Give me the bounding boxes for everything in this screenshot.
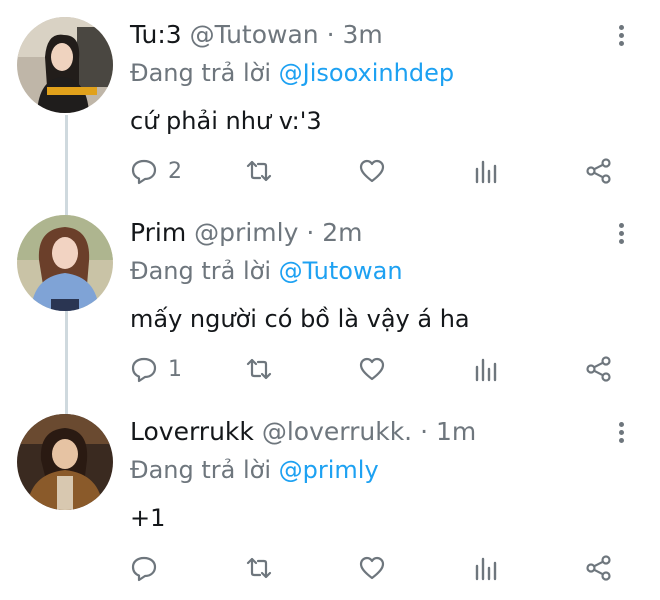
- reply-icon: [131, 357, 157, 383]
- reply-icon: [131, 556, 157, 582]
- timestamp[interactable]: 1m: [436, 417, 476, 446]
- retweet-button[interactable]: [245, 153, 283, 189]
- retweet-button[interactable]: [245, 351, 283, 387]
- avatar[interactable]: [17, 414, 113, 510]
- separator-dot: ·: [306, 218, 315, 247]
- reply-button[interactable]: 1: [130, 351, 182, 387]
- reply-tweet[interactable]: Loverrukk @loverrukk. · 1m Đang trả lời …: [0, 397, 660, 597]
- replying-to: Đang trả lời @Tutowan: [130, 254, 403, 288]
- user-handle[interactable]: @loverrukk.: [262, 417, 412, 446]
- replying-to-handle[interactable]: @Jisooxinhdep: [279, 59, 454, 87]
- analytics-button[interactable]: [472, 153, 500, 189]
- avatar[interactable]: [17, 215, 113, 311]
- heart-icon: [359, 159, 385, 183]
- timestamp[interactable]: 2m: [322, 218, 362, 247]
- share-icon: [586, 555, 611, 581]
- timestamp[interactable]: 3m: [343, 20, 383, 49]
- more-options-icon[interactable]: [611, 220, 631, 250]
- retweet-icon: [246, 160, 272, 182]
- like-button[interactable]: [358, 550, 396, 586]
- replying-to-handle[interactable]: @primly: [279, 456, 379, 484]
- reply-button[interactable]: 2: [130, 153, 182, 189]
- retweet-button[interactable]: [245, 550, 283, 586]
- user-handle[interactable]: @primly: [194, 218, 298, 247]
- reply-count: 2: [168, 158, 182, 184]
- share-icon: [586, 158, 611, 184]
- separator-dot: ·: [420, 417, 429, 446]
- tweet-actions: 1: [130, 351, 630, 387]
- retweet-icon: [246, 557, 272, 579]
- tweet-header: Prim @primly · 2m: [130, 216, 362, 250]
- like-button[interactable]: [358, 351, 396, 387]
- more-options-icon[interactable]: [611, 22, 631, 52]
- analytics-icon: [475, 358, 497, 382]
- replying-to-label: Đang trả lời: [130, 59, 272, 87]
- reply-count: 1: [168, 356, 182, 382]
- tweet-text: cứ phải như v:'3: [130, 107, 322, 135]
- display-name[interactable]: Tu:3: [130, 20, 182, 49]
- replying-to: Đang trả lời @Jisooxinhdep: [130, 56, 454, 90]
- reply-icon: [131, 159, 157, 185]
- replying-to-label: Đang trả lời: [130, 456, 272, 484]
- replying-to-label: Đang trả lời: [130, 257, 272, 285]
- analytics-button[interactable]: [472, 550, 500, 586]
- reply-tweet[interactable]: Tu:3 @Tutowan · 3m Đang trả lời @Jisooxi…: [0, 0, 660, 200]
- reply-button[interactable]: [130, 550, 168, 586]
- separator-dot: ·: [326, 20, 335, 49]
- analytics-icon: [475, 557, 497, 581]
- replying-to-handle[interactable]: @Tutowan: [279, 257, 403, 285]
- more-options-icon[interactable]: [611, 419, 631, 449]
- display-name[interactable]: Loverrukk: [130, 417, 254, 446]
- analytics-button[interactable]: [472, 351, 500, 387]
- like-button[interactable]: [358, 153, 396, 189]
- tweet-text: +1: [130, 504, 166, 532]
- tweet-actions: 2: [130, 153, 630, 189]
- reply-tweet[interactable]: Prim @primly · 2m Đang trả lời @Tutowan …: [0, 198, 660, 398]
- share-button[interactable]: [585, 351, 613, 387]
- avatar[interactable]: [17, 17, 113, 113]
- replying-to: Đang trả lời @primly: [130, 453, 379, 487]
- user-handle[interactable]: @Tutowan: [190, 20, 319, 49]
- retweet-icon: [246, 358, 272, 380]
- tweet-header: Tu:3 @Tutowan · 3m: [130, 18, 383, 52]
- heart-icon: [359, 357, 385, 381]
- share-icon: [586, 356, 611, 382]
- display-name[interactable]: Prim: [130, 218, 186, 247]
- tweet-header: Loverrukk @loverrukk. · 1m: [130, 415, 476, 449]
- tweet-actions: [130, 550, 630, 586]
- heart-icon: [359, 556, 385, 580]
- share-button[interactable]: [585, 153, 613, 189]
- tweet-text: mấy người có bồ là vậy á ha: [130, 305, 470, 333]
- analytics-icon: [475, 160, 497, 184]
- share-button[interactable]: [585, 550, 613, 586]
